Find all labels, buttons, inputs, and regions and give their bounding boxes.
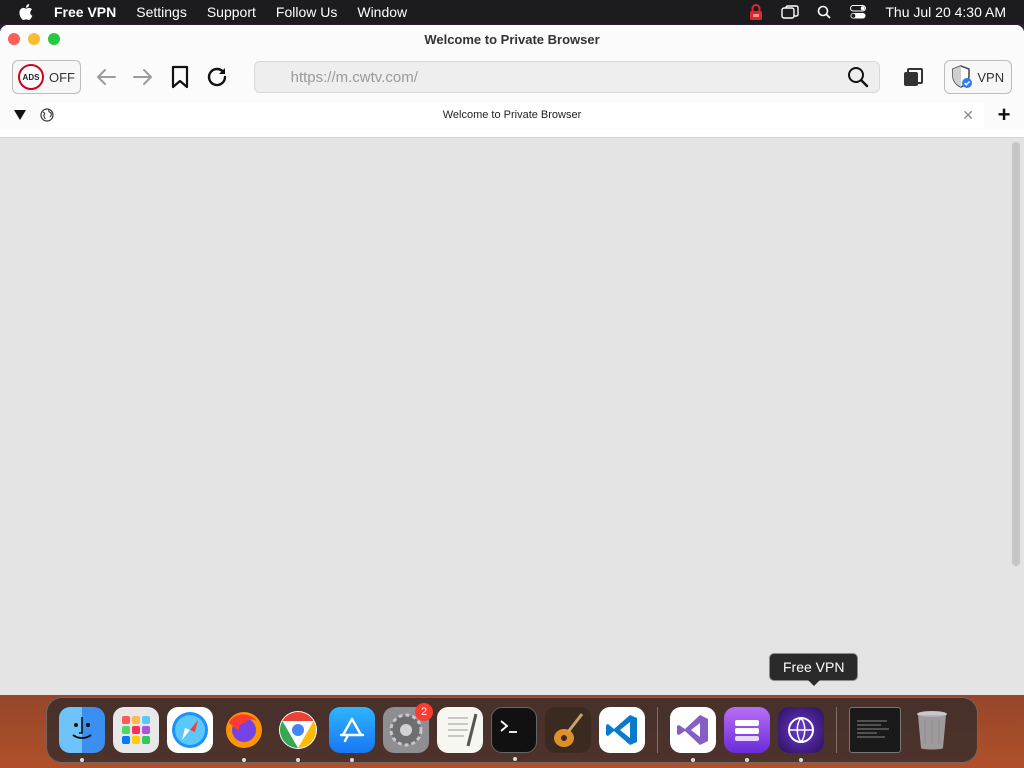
dock-separator-2	[836, 707, 837, 753]
visual-studio-icon[interactable]	[670, 707, 716, 762]
window-switch-icon[interactable]	[773, 0, 807, 24]
menu-bar: Free VPN Settings Support Follow Us Wind…	[0, 0, 1024, 24]
bookmark-icon	[171, 65, 188, 89]
menu-settings[interactable]: Settings	[126, 4, 197, 20]
finder-face	[72, 717, 92, 739]
menu-clock[interactable]: Thu Jul 20 4:30 AM	[875, 4, 1016, 20]
close-tab-icon[interactable]: ✕	[962, 107, 974, 124]
title-bar: Welcome to Private Browser	[0, 25, 1024, 53]
lock-icon[interactable]	[739, 0, 773, 24]
minimize-window-button[interactable]	[28, 33, 40, 45]
url-bar[interactable]	[253, 61, 881, 93]
terminal-icon[interactable]	[491, 707, 537, 761]
spotlight-search-icon[interactable]	[807, 0, 841, 24]
search-button[interactable]	[843, 62, 873, 92]
dock: 2	[46, 697, 978, 763]
dock-separator	[657, 707, 658, 753]
menu-window[interactable]: Window	[347, 4, 417, 20]
storage-icon[interactable]	[724, 707, 770, 762]
vscode-icon[interactable]	[599, 707, 645, 753]
chrome-icon[interactable]	[275, 707, 321, 762]
triangle-down-icon	[14, 110, 26, 120]
vscode-logo	[606, 715, 637, 745]
firefox-logo	[226, 712, 262, 748]
tab-strip: Welcome to Private Browser ✕ +	[0, 101, 1024, 129]
running-indicator	[691, 758, 695, 762]
textedit-glyph	[448, 713, 478, 747]
reload-button[interactable]	[198, 60, 235, 94]
running-indicator	[350, 758, 354, 762]
visual-studio-logo	[677, 715, 708, 745]
guitar-icon	[554, 713, 584, 747]
tabs-icon	[903, 68, 923, 86]
window-thumbnail-icon	[857, 720, 889, 738]
tab-title: Welcome to Private Browser	[442, 109, 582, 121]
new-tab-button[interactable]: +	[984, 102, 1024, 128]
finder-icon[interactable]	[59, 707, 105, 762]
window-controls	[0, 33, 60, 45]
running-indicator	[296, 758, 300, 762]
app-store-icon[interactable]	[329, 707, 375, 762]
shield-check-icon	[952, 65, 973, 88]
tabs-overview-button[interactable]	[894, 60, 931, 94]
apple-icon[interactable]	[8, 4, 44, 20]
vpn-globe-icon	[788, 717, 814, 743]
reload-icon	[207, 67, 227, 87]
system-preferences-icon[interactable]: 2	[383, 703, 433, 753]
app-store-glyph	[339, 717, 365, 743]
control-center-icon[interactable]	[841, 0, 875, 24]
globe-icon	[40, 108, 54, 122]
tab-active[interactable]: Welcome to Private Browser ✕	[40, 102, 984, 128]
arrow-left-icon	[96, 69, 116, 85]
trash-icon[interactable]	[909, 707, 955, 753]
ad-block-icon: ADS	[18, 64, 44, 90]
ad-block-toggle[interactable]: ADS OFF	[12, 60, 81, 94]
back-button[interactable]	[87, 60, 124, 94]
running-indicator	[799, 758, 803, 762]
running-indicator	[513, 757, 517, 761]
browser-window: Welcome to Private Browser ADS OFF https…	[0, 25, 1024, 695]
tab-list-dropdown[interactable]	[0, 110, 40, 120]
zoom-window-button[interactable]	[48, 33, 60, 45]
textedit-icon[interactable]	[437, 707, 483, 753]
vpn-label: VPN	[977, 69, 1005, 85]
trash-can-icon	[917, 711, 947, 750]
search-icon	[848, 67, 869, 88]
menu-app-name[interactable]: Free VPN	[44, 4, 126, 20]
running-indicator	[80, 758, 84, 762]
vertical-scrollbar[interactable]	[1012, 142, 1020, 566]
plus-icon: +	[997, 102, 1011, 127]
garageband-icon[interactable]	[545, 707, 591, 753]
forward-button[interactable]	[124, 60, 161, 94]
url-input[interactable]	[290, 68, 844, 86]
ad-block-state: OFF	[49, 69, 75, 85]
vpn-button[interactable]: VPN	[943, 60, 1012, 94]
free-vpn-icon[interactable]	[778, 707, 824, 762]
launchpad-icon[interactable]	[113, 707, 159, 753]
chrome-logo	[279, 711, 317, 749]
drive-icon	[735, 720, 759, 741]
safari-compass	[172, 712, 208, 748]
terminal-prompt	[500, 720, 517, 733]
window-title: Welcome to Private Browser	[424, 31, 600, 47]
notification-badge: 2	[415, 703, 433, 721]
dock-tooltip: Free VPN	[769, 653, 859, 686]
safari-icon[interactable]	[167, 707, 213, 753]
running-indicator	[242, 758, 246, 762]
page-content[interactable]	[0, 137, 1024, 695]
firefox-icon[interactable]	[221, 707, 267, 762]
menu-support[interactable]: Support	[197, 4, 266, 20]
menu-follow-us[interactable]: Follow Us	[266, 4, 347, 20]
launchpad-grid	[122, 716, 150, 744]
arrow-right-icon	[132, 69, 152, 85]
bookmark-button[interactable]	[161, 60, 198, 94]
running-indicator	[745, 758, 749, 762]
close-window-button[interactable]	[8, 33, 20, 45]
toolbar: ADS OFF VPN	[0, 53, 1024, 101]
minimized-window-thumbnail[interactable]	[849, 707, 901, 753]
